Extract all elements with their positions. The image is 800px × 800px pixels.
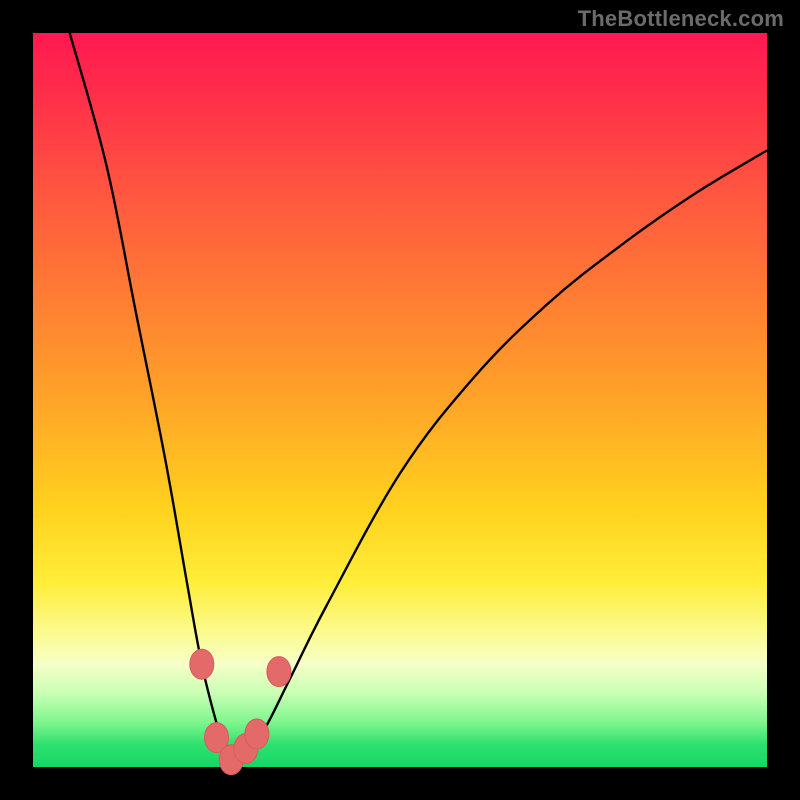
- curve-marker: [267, 657, 291, 687]
- curve-markers: [190, 649, 291, 775]
- curve-marker: [190, 649, 214, 679]
- bottleneck-curve: [33, 33, 767, 767]
- curve-path: [70, 33, 767, 762]
- curve-marker: [245, 719, 269, 749]
- watermark-text: TheBottleneck.com: [578, 6, 784, 32]
- chart-frame: TheBottleneck.com: [0, 0, 800, 800]
